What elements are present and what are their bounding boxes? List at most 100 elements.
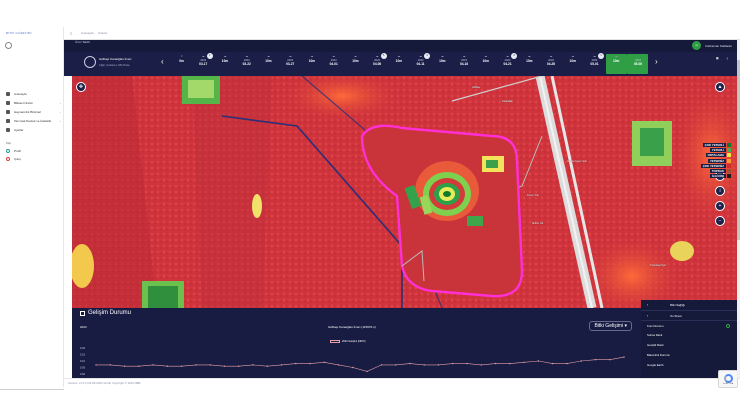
layer-item-youth[interactable]: Gençlik Rank (641, 340, 737, 350)
north-arrow-icon[interactable]: ▲ (715, 82, 725, 92)
data-point[interactable] (480, 364, 482, 366)
calendar-button[interactable]: ▦ (716, 56, 719, 60)
data-point[interactable] (380, 364, 383, 366)
data-point[interactable] (195, 364, 197, 366)
timeline-date-13[interactable]: ☁ 2023 04-16 (454, 54, 475, 74)
sidebar-item-support[interactable]: Tarımsal Destek ve İstatistik › (6, 116, 63, 125)
recaptcha-badge[interactable]: reCAPTCHA (718, 370, 738, 388)
data-point[interactable] (223, 365, 226, 367)
timeline-date-14[interactable]: ☁ 10m (475, 54, 496, 74)
zoom-out-icon[interactable]: − (715, 216, 725, 226)
layer-item-google-earth[interactable]: Google Earth (641, 360, 737, 370)
field-selector[interactable]: Gölbaşı Karaoğlan İmarı Ciğer | Ankara |… (84, 54, 144, 74)
timeline-date-15[interactable]: ☁ 2023 04-21 3 (497, 53, 518, 74)
timeline-date-4[interactable]: ☁ 10m (258, 54, 279, 74)
data-point[interactable] (523, 361, 525, 363)
data-point[interactable] (437, 364, 440, 366)
data-point[interactable] (537, 360, 540, 362)
layer-item-irrigation[interactable]: Sulma Rank (641, 330, 737, 340)
data-point[interactable] (623, 356, 625, 358)
sidebar-link-logout[interactable]: Çıkış (6, 155, 63, 163)
timeline-date-0[interactable]: 0 0m (171, 54, 192, 74)
timeline-date-3[interactable]: ☁ 2023 03-22 (236, 54, 257, 74)
zoom-in-icon[interactable]: + (715, 201, 725, 211)
timeline-date-12[interactable]: ☁ 10m (432, 54, 453, 74)
sidebar-item-livestock[interactable]: Hayvancılık Birimleri › (6, 107, 63, 116)
layer-item-sand[interactable]: Kum Durumu (641, 320, 737, 330)
data-point[interactable] (609, 359, 611, 361)
timeline-date-20[interactable]: ☁ 10m (605, 54, 627, 74)
data-point[interactable] (594, 359, 597, 361)
home-icon (6, 91, 10, 96)
sidebar-item-crop-production[interactable]: Bitkisel Üretim › (6, 98, 63, 107)
chart-legend[interactable]: 2023 Gelişimi (NDVI) (330, 340, 365, 343)
data-point[interactable] (209, 364, 211, 366)
breadcrumb-item[interactable]: Ürünler (98, 31, 108, 35)
data-point[interactable] (295, 362, 297, 365)
timeline-date-16[interactable]: ☁ 10m (519, 54, 540, 74)
layer-item-maintenance[interactable]: Bakımlılık Durumu (641, 350, 737, 360)
data-point[interactable] (109, 364, 111, 366)
data-point[interactable] (152, 364, 154, 366)
timeline-date-11[interactable]: ☁ 2023 04-11 2 (410, 53, 431, 74)
data-point[interactable] (238, 365, 240, 367)
info-icon[interactable]: i (715, 186, 725, 196)
brand-logo[interactable]: BİTKİ GÖZETİMİ (6, 31, 32, 35)
data-point[interactable] (266, 365, 268, 367)
hamburger-icon[interactable]: ≡ (70, 31, 72, 36)
timeline-date-19[interactable]: ☁ 2023 05-01 1 (584, 53, 605, 74)
data-point[interactable] (337, 364, 340, 366)
sidebar-item-settings[interactable]: Ayarlar (6, 125, 63, 134)
sidebar-link-profile[interactable]: Profil (6, 147, 63, 155)
data-point[interactable] (566, 362, 568, 365)
data-point[interactable] (323, 361, 326, 363)
data-point[interactable] (509, 362, 511, 365)
data-point[interactable] (409, 362, 411, 365)
data-point[interactable] (394, 364, 397, 366)
timeline-date-9[interactable]: ☁ 2023 04-06 5 (367, 53, 388, 74)
data-point[interactable] (352, 366, 354, 369)
data-point[interactable] (95, 364, 97, 366)
map-view[interactable]: ✥ ▲ ▤ i + − Gölbaşı Karaoğlan Ankara Çev… (72, 76, 737, 308)
data-point[interactable] (252, 364, 254, 366)
data-point[interactable] (494, 362, 497, 365)
timeline-date-1[interactable]: ☁ 2023 03-17 1 (193, 53, 214, 74)
sidebar-link-label: Çıkış (14, 157, 21, 161)
timeline-date-6[interactable]: ☁ 10m (301, 54, 322, 74)
ndvi-map-canvas[interactable] (72, 76, 737, 308)
timeline-date-10[interactable]: ☁ 10m (388, 54, 409, 74)
avatar: KK (692, 41, 702, 50)
chart-metric-select[interactable]: Bitki Gelişimi ▾ (589, 321, 632, 331)
download-button[interactable]: ⤓ (727, 56, 728, 60)
data-point[interactable] (580, 360, 582, 362)
data-point[interactable] (280, 364, 283, 366)
timeline-date-8[interactable]: ☁ 10m (345, 54, 366, 74)
growth-line-chart[interactable]: 0.20 0.15 0.10 0.05 0.00 (76, 345, 632, 377)
timeline-date-7[interactable]: ☁ 2023 04-01 (323, 54, 344, 74)
data-point[interactable] (452, 362, 454, 365)
timeline-next-button[interactable]: › (655, 57, 658, 66)
breadcrumb-item[interactable]: Anasayfa (81, 31, 94, 35)
layer-item-plant-health[interactable]: ‹ Bitki Sağlığı (641, 300, 737, 310)
data-point[interactable] (166, 365, 169, 367)
timeline-date-18[interactable]: ☁ 10m (562, 54, 583, 74)
data-point[interactable] (123, 365, 126, 367)
data-point[interactable] (309, 362, 311, 365)
data-point[interactable] (551, 362, 554, 365)
timeline-date-5[interactable]: ☁ 2023 03-27 (280, 54, 301, 74)
layer-item-water-stress[interactable]: ‹ Su Stresi (641, 310, 737, 320)
data-point[interactable] (138, 365, 140, 367)
data-point[interactable] (466, 362, 468, 365)
user-menu[interactable]: KK Kahraman Kaldaran (692, 41, 732, 50)
data-point[interactable] (180, 365, 183, 367)
timeline-prev-button[interactable]: ‹ (161, 57, 164, 66)
sidebar-item-label: Hayvancılık Birimleri (14, 109, 42, 114)
compass-icon[interactable]: ✥ (76, 82, 86, 92)
sidebar-item-home[interactable]: Anasayfa (6, 89, 63, 98)
timeline-date-2[interactable]: ☁ 10m (214, 54, 235, 74)
timeline-date-17[interactable]: ☁ 2023 04-26 (540, 54, 561, 74)
user-avatar-icon[interactable] (5, 42, 12, 49)
timeline-date-21[interactable]: 2023 05-06 (627, 54, 649, 74)
data-point[interactable] (423, 364, 425, 366)
data-point[interactable] (366, 370, 368, 373)
